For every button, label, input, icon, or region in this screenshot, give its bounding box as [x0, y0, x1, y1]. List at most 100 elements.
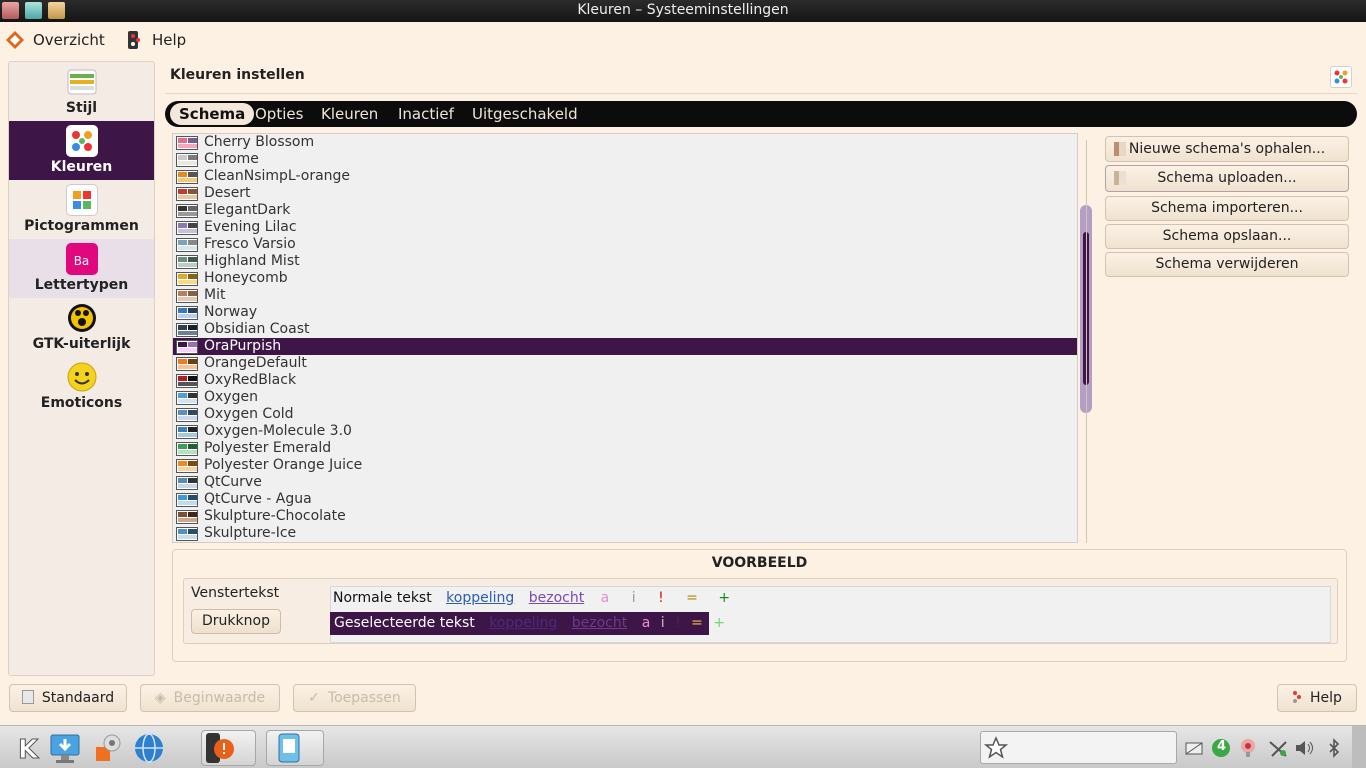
scheme-list-item[interactable]: Oxygen: [173, 389, 1077, 406]
apply-label: Toepassen: [327, 690, 401, 706]
scheme-list[interactable]: Cherry Blossom Chrome CleanNsimpL-orange De…: [172, 133, 1078, 543]
scheme-list-item[interactable]: Oxygen Cold: [173, 406, 1077, 423]
scheme-name: Desert: [204, 185, 251, 201]
selected-positive-text: +: [713, 615, 726, 631]
desktop-icon[interactable]: [48, 731, 82, 765]
scheme-list-item[interactable]: Norway: [173, 304, 1077, 321]
scheme-list-item[interactable]: ElegantDark: [173, 202, 1077, 219]
scheme-list-item[interactable]: Fresco Varsio: [173, 236, 1077, 253]
selected-visited-link[interactable]: bezocht: [572, 615, 627, 631]
tab-schema[interactable]: Schema: [170, 103, 255, 125]
scheme-preview-icon: [176, 170, 198, 184]
preview-visited-link[interactable]: bezocht: [529, 590, 584, 606]
sidebar-item-fonts[interactable]: Ba Lettertypen: [9, 239, 154, 298]
scheme-preview-icon: [176, 374, 198, 388]
scheme-list-item[interactable]: QtCurve: [173, 474, 1077, 491]
scheme-list-item[interactable]: OxyRedBlack: [173, 372, 1077, 389]
sidebar-item-style[interactable]: Stijl: [9, 62, 154, 121]
sidebar-item-emoticons[interactable]: Emoticons: [9, 357, 154, 416]
preview-link[interactable]: koppeling: [446, 590, 514, 606]
defaults-label: Standaard: [41, 690, 115, 706]
scheme-list-item[interactable]: QtCurve - Agua: [173, 491, 1077, 508]
title-bar: Kleuren – Systeeminstellingen: [0, 0, 1366, 22]
system-settings-icon[interactable]: [92, 731, 126, 765]
get-new-schemes-label: Nieuwe schema's ophalen...: [1128, 141, 1326, 157]
tab-options[interactable]: Opties: [246, 103, 312, 125]
scheme-name: Obsidian Coast: [204, 321, 310, 337]
selected-text: Geselecteerde tekst: [334, 615, 475, 631]
scheme-list-item[interactable]: Polyester Orange Juice: [173, 457, 1077, 474]
selected-negative-text: !: [675, 615, 681, 631]
reset-label: Beginwaarde: [173, 690, 266, 706]
sidebar-item-label: Pictogrammen: [24, 218, 139, 234]
task-system-settings[interactable]: [201, 730, 256, 766]
sidebar-item-colors[interactable]: Kleuren: [9, 121, 154, 180]
scheme-list-item[interactable]: OrangeDefault: [173, 355, 1077, 372]
scheme-preview-icon: [176, 408, 198, 422]
list-divider: [1086, 140, 1087, 543]
scheme-preview-icon: [176, 204, 198, 218]
scheme-list-item[interactable]: Desert: [173, 185, 1077, 202]
apply-button[interactable]: ✓ Toepassen: [293, 684, 416, 712]
reset-button[interactable]: ◈ Beginwaarde: [140, 684, 280, 712]
taskbar: K 4: [0, 725, 1366, 768]
window-title: Kleuren – Systeeminstellingen: [577, 2, 789, 18]
scheme-preview-icon: [176, 425, 198, 439]
network-tray-icon[interactable]: [1184, 738, 1204, 758]
scheme-name: Polyester Orange Juice: [204, 457, 363, 473]
help-menu-item[interactable]: Help: [124, 28, 186, 52]
scheme-preview-icon: [176, 255, 198, 269]
selected-link[interactable]: koppeling: [489, 615, 557, 631]
scheme-list-item[interactable]: OraPurpish: [173, 338, 1077, 355]
scheme-list-item[interactable]: Evening Lilac: [173, 219, 1077, 236]
tab-colors[interactable]: Kleuren: [312, 103, 387, 125]
delete-scheme-button[interactable]: Schema verwijderen: [1105, 252, 1349, 277]
search-widget[interactable]: [980, 731, 1177, 764]
scheme-name: Cherry Blossom: [204, 134, 315, 150]
scheme-list-item[interactable]: CleanNsimpL-orange: [173, 168, 1077, 185]
scheme-list-item[interactable]: Honeycomb: [173, 270, 1077, 287]
scheme-name: OraPurpish: [204, 338, 282, 354]
preview-active-text: a: [600, 590, 610, 606]
preview-push-button[interactable]: Drukknop: [191, 609, 281, 634]
updates-tray-icon[interactable]: 4: [1211, 738, 1231, 758]
defaults-button[interactable]: Standaard: [9, 684, 127, 712]
scheme-list-item[interactable]: Chrome: [173, 151, 1077, 168]
tab-inactive[interactable]: Inactief: [389, 103, 463, 125]
reset-icon: ◈: [154, 690, 166, 706]
scheme-list-item[interactable]: Mit: [173, 287, 1077, 304]
browser-globe-icon[interactable]: [132, 731, 166, 765]
wifi-tray-icon[interactable]: [1268, 738, 1288, 758]
scheme-name: Norway: [204, 304, 258, 320]
scheme-list-item[interactable]: Skulpture-Chocolate: [173, 508, 1077, 525]
overview-menu-item[interactable]: Overzicht: [5, 28, 105, 52]
help-icon: [124, 30, 144, 50]
kde-launcher-icon[interactable]: K: [10, 731, 44, 766]
task-dolphin[interactable]: [266, 730, 324, 766]
help-button-label: Help: [1310, 690, 1342, 706]
upload-scheme-button[interactable]: Schema uploaden...: [1105, 165, 1349, 192]
tab-disabled[interactable]: Uitgeschakeld: [463, 103, 587, 125]
scheme-list-item[interactable]: Skulpture-Ice: [173, 525, 1077, 542]
scheme-name: Skulpture-Chocolate: [204, 508, 346, 524]
scheme-list-item[interactable]: Obsidian Coast: [173, 321, 1077, 338]
sidebar-item-gtk[interactable]: GTK-uiterlijk: [9, 298, 154, 357]
get-new-schemes-button[interactable]: Nieuwe schema's ophalen...: [1105, 136, 1349, 162]
menu-bar: Overzicht Help: [0, 22, 1366, 58]
import-scheme-button[interactable]: Schema importeren...: [1105, 196, 1349, 221]
scheme-list-item[interactable]: Polyester Emerald: [173, 440, 1077, 457]
volume-tray-icon[interactable]: [1294, 738, 1314, 758]
notifications-tray-icon[interactable]: [1238, 738, 1258, 758]
star-icon: [984, 736, 1008, 759]
sidebar-item-label: Lettertypen: [34, 277, 129, 293]
save-scheme-button[interactable]: Schema opslaan...: [1105, 224, 1349, 249]
scheme-list-item[interactable]: Oxygen-Molecule 3.0: [173, 423, 1077, 440]
bluetooth-tray-icon[interactable]: [1324, 738, 1344, 758]
scheme-name: QtCurve - Agua: [204, 491, 312, 507]
scheme-list-item[interactable]: Cherry Blossom: [173, 134, 1077, 151]
fonts-icon: Ba: [65, 243, 98, 275]
tray-expander[interactable]: [1352, 726, 1366, 768]
scheme-list-item[interactable]: Highland Mist: [173, 253, 1077, 270]
help-button[interactable]: Help: [1277, 684, 1357, 712]
sidebar-item-icons[interactable]: Pictogrammen: [9, 180, 154, 239]
